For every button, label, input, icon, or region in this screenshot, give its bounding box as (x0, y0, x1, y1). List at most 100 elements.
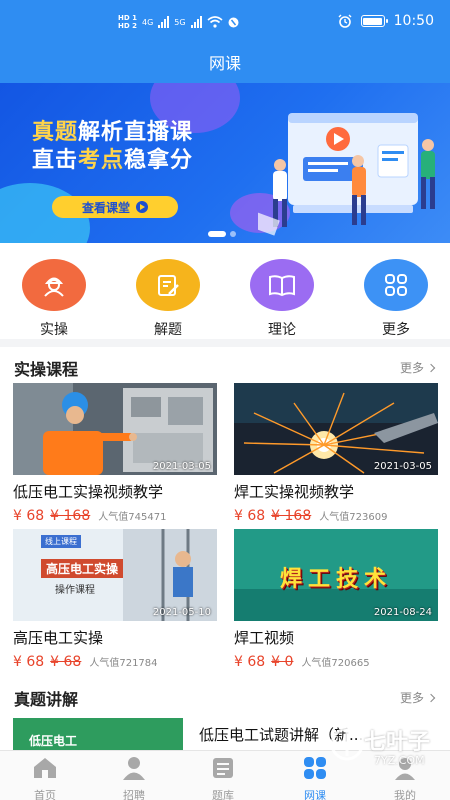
view-class-label: 查看课堂 (81, 200, 130, 215)
quick-item-theory[interactable]: 理论 (245, 259, 319, 339)
edit-icon (136, 259, 200, 311)
person-icon (123, 757, 145, 780)
course-title: 焊工视频 (234, 629, 295, 647)
banner-line2-c: 稳拿分 (124, 148, 194, 173)
practical-section-header: 实操课程 更多 (0, 354, 450, 380)
tab-jobs[interactable]: 招聘 (99, 755, 169, 800)
banner-pagination[interactable] (208, 231, 236, 237)
course-original-price: ¥ 0 (271, 654, 294, 670)
tab-label: 首页 (34, 789, 56, 800)
course-thumbnail: 2021-03-05 (13, 383, 217, 475)
course-thumbnail: 线上课程 高压电工实操 操作课程 2021-05-10 (13, 529, 217, 621)
course-price: ¥ 68 (13, 654, 45, 670)
tab-label: 题库 (212, 789, 234, 800)
notebook-icon (213, 758, 233, 778)
nfc-icon (228, 17, 239, 27)
course-price-row: ¥ 68 ¥ 168 人气值745471 (13, 508, 217, 524)
battery-icon (360, 15, 388, 27)
alarm-icon (338, 14, 352, 28)
tab-label: 招聘 (123, 789, 145, 800)
tab-label: 网课 (304, 789, 326, 800)
course-card[interactable]: 2021-03-05 焊工实操视频教学 ¥ 68 ¥ 168 人气值723609 (234, 383, 438, 524)
leaf-icon (330, 727, 364, 761)
home-icon (34, 758, 56, 778)
course-price-row: ¥ 68 ¥ 0 人气值720665 (234, 654, 438, 670)
quick-item-label: 实操 (40, 322, 68, 338)
divider (0, 339, 450, 347)
practical-more-link[interactable]: 更多 (399, 359, 436, 376)
section-title: 实操课程 (14, 360, 79, 379)
signal2-icon (190, 16, 202, 28)
more-label: 更多 (399, 361, 424, 375)
quick-item-practice[interactable]: 实操 (17, 259, 91, 339)
more-label: 更多 (399, 691, 424, 705)
chevron-right-icon (426, 363, 436, 372)
quick-item-label: 解题 (154, 322, 182, 338)
course-title: 低压电工实操视频教学 (13, 483, 164, 501)
promo-banner[interactable]: 真题解析直播课 直击考点稳拿分 查看课堂 (0, 83, 450, 243)
banner-headline: 真题解析直播课 直击考点稳拿分 (32, 119, 250, 175)
thumb-subheading: 操作课程 (55, 585, 95, 596)
grid-icon (364, 259, 428, 311)
thumb-heading: 高压电工实操 (41, 559, 124, 578)
hd2-label: HD 2 (118, 22, 137, 30)
watermark-main: 七叶子 (364, 730, 431, 755)
course-popularity: 人气值720665 (301, 658, 370, 669)
course-popularity: 人气值721784 (89, 658, 158, 669)
status-left: HD 1 HD 2 4G 5G (118, 14, 239, 30)
status-right: 10:50 (338, 13, 434, 29)
watermark-sub: 7YZ.COM (374, 754, 425, 767)
book-icon (250, 259, 314, 311)
banner-line1-rest: 解析直播课 (78, 120, 194, 145)
tab-label: 我的 (394, 789, 416, 800)
course-date: 2021-03-05 (152, 461, 211, 472)
clock: 10:50 (393, 13, 434, 29)
page-title: 网课 (208, 54, 241, 73)
exam-more-link[interactable]: 更多 (399, 689, 436, 706)
course-price-row: ¥ 68 ¥ 168 人气值723609 (234, 508, 438, 524)
course-card[interactable]: 线上课程 高压电工实操 操作课程 2021-05-10 高压电工实操 ¥ 68 … (13, 529, 217, 670)
thumb-heading: 焊工技术 (279, 567, 392, 592)
course-popularity: 人气值745471 (98, 512, 167, 523)
course-title: 高压电工实操 (13, 629, 104, 647)
chevron-right-icon (426, 693, 436, 702)
view-class-button[interactable]: 查看课堂 (52, 196, 178, 218)
banner-line2-a: 直击 (32, 148, 79, 173)
exam-thumb-text: 低压电工 (29, 734, 78, 748)
course-thumbnail: 2021-03-05 (234, 383, 438, 475)
app-root: HD 1 HD 2 4G 5G 10:50 网课 真题解析直播课 直击考点稳拿分… (0, 0, 450, 800)
course-price-row: ¥ 68 ¥ 68 人气值721784 (13, 654, 217, 670)
wifi-icon (207, 16, 223, 28)
quick-menu: 实操 解题 理论 更多 (0, 243, 450, 339)
section-title: 真题讲解 (14, 690, 79, 709)
course-original-price: ¥ 68 (50, 654, 82, 670)
banner-line1-highlight: 真题 (32, 120, 79, 145)
net1-label: 4G (141, 17, 154, 27)
net2-label: 5G (174, 17, 186, 27)
course-card[interactable]: 2021-03-05 低压电工实操视频教学 ¥ 68 ¥ 168 人气值7454… (13, 383, 217, 524)
hd-indicator: HD 1 HD 2 (118, 14, 137, 30)
app-header: HD 1 HD 2 4G 5G 10:50 网课 (0, 0, 450, 83)
course-thumbnail: 焊工技术 2021-08-24 (234, 529, 438, 621)
course-card[interactable]: 焊工技术 2021-08-24 焊工视频 ¥ 68 ¥ 0 人气值720665 (234, 529, 438, 670)
tab-home[interactable]: 首页 (10, 755, 80, 800)
exam-thumbnail: 低压电工 (13, 718, 183, 750)
exam-section-header: 真题讲解 更多 (0, 684, 450, 710)
course-popularity: 人气值723609 (319, 512, 388, 523)
quick-item-solve[interactable]: 解题 (131, 259, 205, 339)
quick-item-more[interactable]: 更多 (359, 259, 433, 339)
course-original-price: ¥ 168 (271, 508, 312, 524)
quick-item-label: 理论 (268, 322, 296, 338)
course-date: 2021-03-05 (373, 461, 432, 472)
course-price: ¥ 68 (234, 654, 266, 670)
live-class-illustration (258, 113, 435, 236)
play-icon (136, 201, 148, 213)
watermark-logo: 七叶子 7YZ.COM (330, 718, 440, 784)
thumb-tag: 线上课程 (41, 535, 81, 548)
quick-item-label: 更多 (382, 322, 410, 338)
course-icon (304, 757, 326, 779)
course-title: 焊工实操视频教学 (234, 483, 355, 501)
signal-icon (158, 16, 170, 28)
course-date: 2021-08-24 (373, 607, 432, 618)
tab-question-bank[interactable]: 题库 (188, 755, 258, 800)
